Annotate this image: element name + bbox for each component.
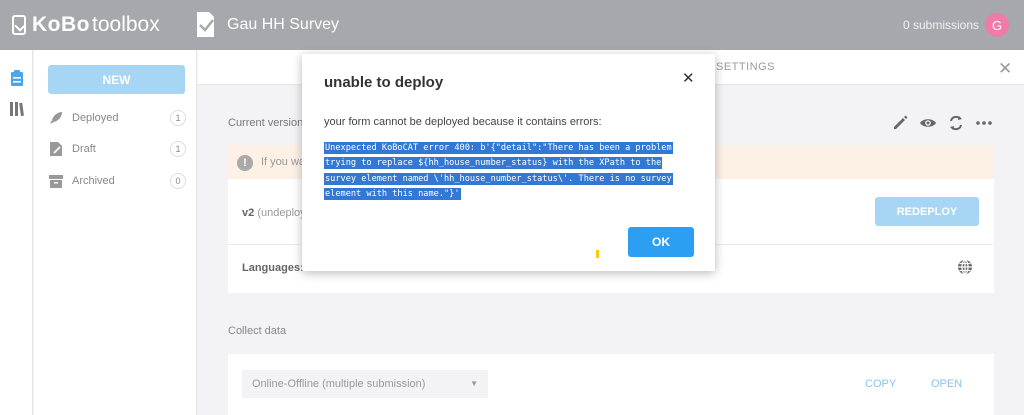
sidebar-item-draft[interactable]: Draft 1 xyxy=(48,139,186,159)
modal-message: your form cannot be deployed because it … xyxy=(324,116,602,128)
sidebar-item-label: Draft xyxy=(72,143,96,155)
draft-icon xyxy=(50,142,62,156)
deployed-count: 1 xyxy=(170,110,186,126)
close-icon[interactable]: ✕ xyxy=(998,59,1012,79)
ok-button[interactable]: OK xyxy=(628,227,694,257)
draft-count: 1 xyxy=(170,141,186,157)
replace-icon[interactable] xyxy=(947,114,965,132)
close-icon[interactable]: ✕ xyxy=(682,69,695,87)
rocket-icon xyxy=(50,112,62,124)
project-form-icon xyxy=(197,12,214,37)
version-status: (undeploy xyxy=(257,207,306,219)
modal-title: unable to deploy xyxy=(324,74,444,91)
warning-icon: ! xyxy=(237,155,253,171)
eye-icon[interactable] xyxy=(919,114,937,132)
copy-link[interactable]: COPY xyxy=(865,378,896,390)
redeploy-button[interactable]: REDEPLOY xyxy=(875,197,979,226)
error-modal: unable to deploy ✕ your form cannot be d… xyxy=(302,54,715,271)
warning-text: If you wa xyxy=(261,156,306,168)
error-text-selection: Unexpected KoBoCAT error 400: b'{"detail… xyxy=(324,142,673,200)
left-rail xyxy=(0,50,33,415)
collect-method-value: Online-Offline (multiple submission) xyxy=(252,378,426,390)
version-label: v2 (undeploy xyxy=(242,207,306,219)
logo-kobo-text: KoBo xyxy=(32,13,90,36)
sidebar-item-archived[interactable]: Archived 0 xyxy=(48,171,186,191)
library-icon[interactable] xyxy=(9,100,25,117)
kobotoolbox-logo[interactable]: KoBo toolbox xyxy=(12,13,160,37)
project-title: Gau HH Survey xyxy=(227,16,340,33)
pencil-icon[interactable] xyxy=(891,114,909,132)
text-cursor xyxy=(596,250,599,258)
archive-icon xyxy=(49,175,63,188)
caret-down-icon: ▼ xyxy=(470,379,478,388)
logo-icon xyxy=(12,15,26,35)
open-link[interactable]: OPEN xyxy=(931,378,962,390)
sidebar-item-label: Deployed xyxy=(72,112,119,124)
submissions-count: 0 submissions xyxy=(903,18,980,32)
form-toolbar xyxy=(891,114,993,132)
sidebar-item-label: Archived xyxy=(72,175,115,187)
archived-count: 0 xyxy=(170,173,186,189)
modal-error-text[interactable]: Unexpected KoBoCAT error 400: b'{"detail… xyxy=(324,141,674,202)
new-button[interactable]: NEW xyxy=(48,65,185,94)
sidebar-item-deployed[interactable]: Deployed 1 xyxy=(48,108,186,128)
more-icon[interactable] xyxy=(975,114,993,132)
collect-card: Online-Offline (multiple submission) ▼ C… xyxy=(228,354,994,415)
logo-toolbox-text: toolbox xyxy=(92,13,160,36)
top-header: KoBo toolbox Gau HH Survey 0 submissions… xyxy=(0,0,1024,50)
collect-method-select[interactable]: Online-Offline (multiple submission) ▼ xyxy=(242,370,488,398)
current-version-label: Current version xyxy=(228,117,304,129)
avatar[interactable]: G xyxy=(985,13,1009,37)
globe-icon[interactable] xyxy=(957,259,973,275)
collect-data-label: Collect data xyxy=(228,325,287,337)
tab-settings[interactable]: SETTINGS xyxy=(716,61,775,73)
languages-label: Languages: xyxy=(242,262,304,274)
forms-icon[interactable] xyxy=(9,70,25,87)
sidebar: NEW Deployed 1 Draft 1 Archived 0 xyxy=(34,50,197,415)
